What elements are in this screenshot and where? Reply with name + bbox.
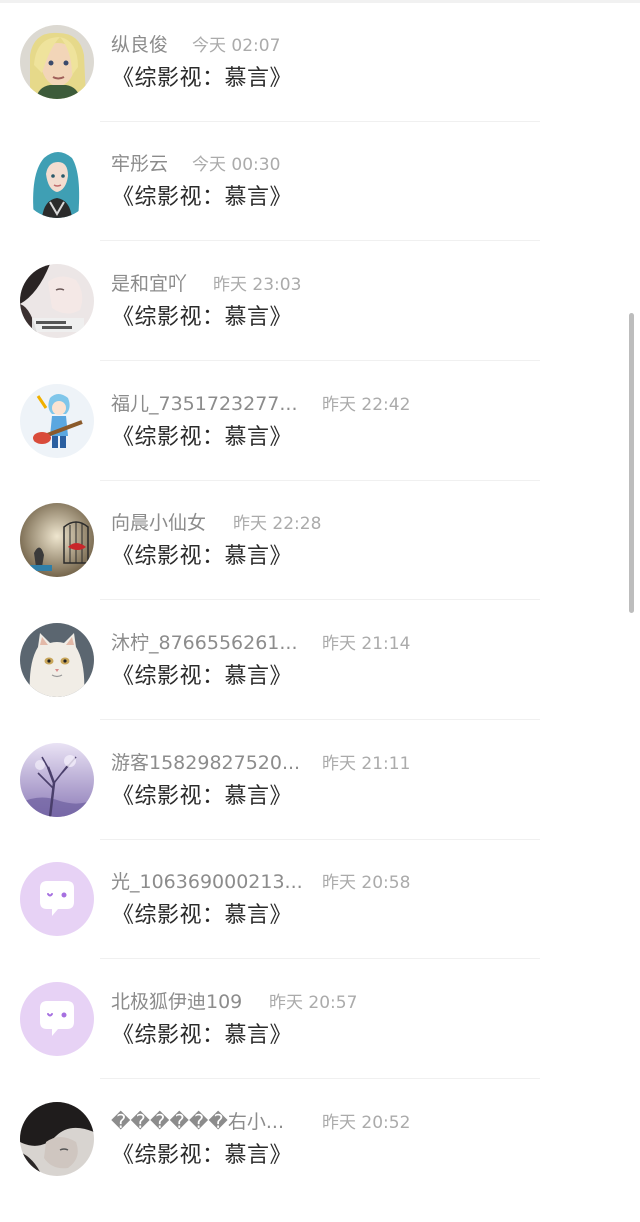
row-divider [100, 599, 540, 600]
comment-text: 《综影视：慕言》 [112, 305, 293, 330]
comment-item[interactable]: 纵良俊 今天 02:07 《综影视：慕言》 [0, 25, 640, 145]
comment-text: 《综影视：慕言》 [112, 903, 293, 928]
comment-username[interactable]: 福儿_7351723277... [111, 392, 298, 416]
comment-time: 昨天 23:03 [213, 275, 302, 295]
row-divider [100, 360, 540, 361]
comment-item[interactable]: 游客15829827520... 昨天 21:11 《综影视：慕言》 [0, 743, 640, 863]
comment-time: 昨天 20:52 [322, 1113, 411, 1133]
comment-time: 昨天 22:42 [322, 395, 411, 415]
comment-item[interactable]: 光_106369000213... 昨天 20:58 《综影视：慕言》 [0, 862, 640, 982]
comment-time: 昨天 20:58 [322, 873, 411, 893]
comment-username[interactable]: 是和宜吖 [111, 272, 187, 296]
comment-item[interactable]: 沐柠_8766556261... 昨天 21:14 《综影视：慕言》 [0, 623, 640, 743]
comment-item[interactable]: 牢彤云 今天 00:30 《综影视：慕言》 [0, 144, 640, 264]
avatar-white-cat-icon[interactable] [20, 623, 94, 697]
comment-time: 今天 02:07 [192, 36, 281, 56]
comment-time: 昨天 20:57 [269, 993, 358, 1013]
avatar-guitar-cartoon-icon[interactable] [20, 384, 94, 458]
avatar-birdcage-icon[interactable] [20, 503, 94, 577]
avatar-teal-hair-girl-icon[interactable] [20, 144, 94, 218]
avatar-blonde-anime-icon[interactable] [20, 25, 94, 99]
comment-time: 今天 00:30 [192, 155, 281, 175]
row-divider [100, 839, 540, 840]
comment-username[interactable]: 向晨小仙女 [111, 511, 206, 535]
comment-text: 《综影视：慕言》 [112, 1023, 293, 1048]
comment-item[interactable]: 是和宜吖 昨天 23:03 《综影视：慕言》 [0, 264, 640, 384]
comment-text: 《综影视：慕言》 [112, 784, 293, 809]
comment-username[interactable]: 北极狐伊迪109 [111, 990, 242, 1014]
comment-item[interactable]: 北极狐伊迪109 昨天 20:57 《综影视：慕言》 [0, 982, 640, 1102]
comment-text: 《综影视：慕言》 [112, 544, 293, 569]
comment-text: 《综影视：慕言》 [112, 425, 293, 450]
comment-username[interactable]: ������右小... [111, 1110, 284, 1134]
comment-time: 昨天 21:11 [322, 754, 411, 774]
row-divider [100, 480, 540, 481]
row-divider [100, 719, 540, 720]
comment-text: 《综影视：慕言》 [112, 185, 293, 210]
top-divider [0, 0, 640, 3]
comment-text: 《综影视：慕言》 [112, 664, 293, 689]
comment-username[interactable]: 游客15829827520... [111, 751, 300, 775]
comment-item[interactable]: 向晨小仙女 昨天 22:28 《综影视：慕言》 [0, 503, 640, 623]
comment-text: 《综影视：慕言》 [112, 66, 293, 91]
comment-item[interactable]: ������右小... 昨天 20:52 《综影视：慕言》 [0, 1102, 640, 1222]
comment-username[interactable]: 光_106369000213... [111, 870, 303, 894]
avatar-purple-tree-icon[interactable] [20, 743, 94, 817]
row-divider [100, 121, 540, 122]
comment-username[interactable]: 牢彤云 [111, 152, 168, 176]
row-divider [100, 240, 540, 241]
row-divider [100, 958, 540, 959]
avatar-photo-girl-icon[interactable] [20, 264, 94, 338]
avatar-default-chat-icon[interactable] [20, 982, 94, 1056]
comment-username[interactable]: 沐柠_8766556261... [111, 631, 298, 655]
scrollbar[interactable] [629, 313, 634, 613]
avatar-default-chat-icon[interactable] [20, 862, 94, 936]
comment-time: 昨天 22:28 [233, 514, 322, 534]
comment-time: 昨天 21:14 [322, 634, 411, 654]
comment-username[interactable]: 纵良俊 [111, 33, 168, 57]
avatar-dark-photo-icon[interactable] [20, 1102, 94, 1176]
row-divider [100, 1078, 540, 1079]
comment-item[interactable]: 福儿_7351723277... 昨天 22:42 《综影视：慕言》 [0, 384, 640, 504]
comment-text: 《综影视：慕言》 [112, 1143, 293, 1168]
